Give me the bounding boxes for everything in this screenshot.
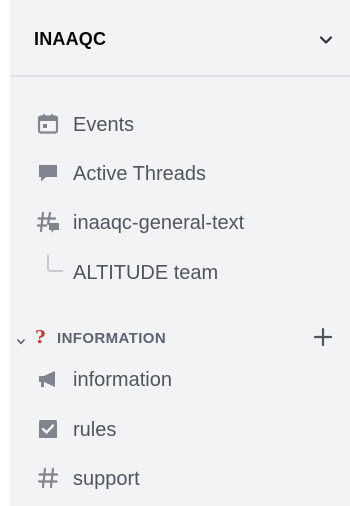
channel-label: Events xyxy=(73,114,135,136)
thread-altitude-team[interactable]: ALTITUDE team xyxy=(10,252,350,292)
server-name: INAAQC xyxy=(34,29,107,49)
category-information[interactable]: ? INFORMATION xyxy=(10,324,350,352)
plus-icon[interactable] xyxy=(312,326,334,348)
hashtag-icon xyxy=(36,466,60,490)
channel-label: Active Threads xyxy=(73,163,207,185)
channel-support[interactable]: support xyxy=(10,458,350,498)
channel-label: rules xyxy=(73,419,117,441)
channel-rules[interactable]: rules xyxy=(10,409,350,449)
channel-events[interactable]: Events xyxy=(10,104,350,144)
chevron-down-icon[interactable] xyxy=(16,334,26,345)
announcement-icon xyxy=(36,367,60,391)
channel-inaaqc-general-text[interactable]: inaaqc-general-text xyxy=(10,202,350,242)
question-mark-emoji: ? xyxy=(35,327,46,348)
thread-branch-icon xyxy=(47,254,63,272)
calendar-icon xyxy=(36,112,60,136)
channel-label: information xyxy=(73,369,172,391)
rules-checkbox-icon xyxy=(36,417,60,441)
thread-label: ALTITUDE team xyxy=(73,262,219,284)
server-header[interactable]: INAAQC xyxy=(10,0,350,77)
channel-label: support xyxy=(73,468,140,490)
channel-active-threads[interactable]: Active Threads xyxy=(10,153,350,193)
channel-label: inaaqc-general-text xyxy=(73,212,245,234)
category-label: INFORMATION xyxy=(57,330,167,347)
threads-icon xyxy=(36,161,60,185)
text-channel-thread-icon xyxy=(36,210,60,234)
chevron-down-icon[interactable] xyxy=(316,30,336,50)
channel-sidebar: INAAQC Events Active Threads inaaqc-gene… xyxy=(10,0,350,506)
channel-information[interactable]: information xyxy=(10,359,350,399)
